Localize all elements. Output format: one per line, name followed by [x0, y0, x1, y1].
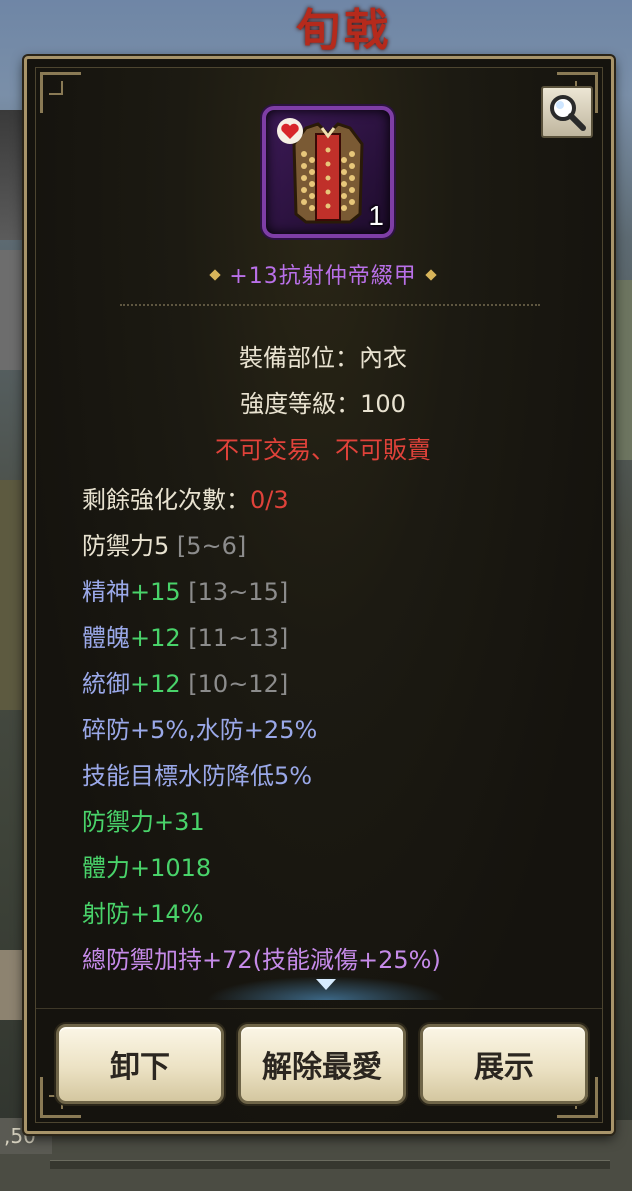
stat-line: 碎防+5%,水防+25% — [82, 710, 317, 745]
stat-line: 體魄+12 [11~13] — [82, 618, 288, 653]
favorite-heart-icon — [277, 118, 303, 144]
stat-label: 體力+1018 — [82, 854, 212, 882]
magnifier-icon — [550, 95, 586, 131]
background-scenery — [0, 480, 26, 710]
stat-line: 總防禦加持+72(技能減傷+25%) — [82, 940, 441, 975]
unequip-button[interactable]: 卸下 — [56, 1024, 224, 1104]
background-scenery — [0, 950, 26, 1020]
stat-label: 射防+14% — [82, 900, 204, 928]
background-title-text: 旬戟 — [296, 5, 392, 56]
stat-value: +12 — [130, 624, 181, 652]
item-detail-panel: 1 +13抗射仲帝綴甲 裝備部位：內衣 強度等級：100 不可交易、不可販賣 剩… — [24, 56, 614, 1134]
stat-range: [11~13] — [188, 624, 289, 652]
stat-label: 防禦力5 — [82, 532, 170, 560]
background-progress-bar — [50, 1160, 610, 1169]
strength-level-text: 強度等級：100 — [240, 390, 406, 418]
button-row-divider — [36, 1008, 602, 1009]
item-name-text: +13抗射仲帝綴甲 — [229, 264, 417, 289]
equip-slot-text: 裝備部位：內衣 — [239, 344, 407, 372]
stat-value: +12 — [130, 670, 181, 698]
item-count: 1 — [368, 200, 384, 231]
diamond-ornament-icon — [209, 269, 221, 281]
stat-label: 統御 — [82, 670, 130, 698]
stat-label: 精神 — [82, 578, 130, 606]
item-icon-slot[interactable]: 1 — [262, 106, 394, 238]
stat-line: 技能目標水防降低5% — [82, 756, 312, 791]
stat-range: [5~6] — [176, 532, 247, 560]
stat-line: 精神+15 [13~15] — [82, 572, 288, 607]
stat-label: 碎防+5%,水防+25% — [82, 716, 318, 744]
show-button[interactable]: 展示 — [420, 1024, 588, 1104]
stat-label: 防禦力+31 — [82, 808, 205, 836]
stat-line: 體力+1018 — [82, 848, 211, 883]
stat-range: [13~15] — [188, 578, 289, 606]
stat-line: 統御+12 [10~12] — [82, 664, 288, 699]
trade-restriction-text: 不可交易、不可販賣 — [215, 436, 431, 464]
stat-line: 剩餘強化次數：0/3 — [82, 480, 289, 515]
stat-label: 總防禦加持+72(技能減傷+25%) — [82, 946, 441, 974]
background-scenery — [0, 110, 26, 240]
background-scenery — [0, 250, 26, 370]
stat-line: 射防+14% — [82, 894, 203, 929]
stat-value: 0/3 — [250, 486, 289, 514]
ornament-corner — [40, 72, 81, 113]
zoom-button[interactable] — [541, 86, 593, 138]
stat-line: 防禦力+31 — [82, 802, 205, 837]
stat-label: 技能目標水防降低5% — [82, 762, 313, 790]
chevron-down-icon[interactable] — [316, 979, 336, 990]
stat-label: 體魄 — [82, 624, 130, 652]
stat-value: +15 — [130, 578, 181, 606]
unfavorite-button[interactable]: 解除最愛 — [238, 1024, 406, 1104]
diamond-ornament-icon — [425, 269, 437, 281]
stat-label: 剩餘強化次數： — [82, 486, 250, 514]
stat-line: 防禦力5 [5~6] — [82, 526, 246, 561]
item-name: +13抗射仲帝綴甲 — [36, 258, 610, 290]
panel-body: 1 +13抗射仲帝綴甲 裝備部位：內衣 強度等級：100 不可交易、不可販賣 剩… — [35, 67, 603, 1123]
stat-range: [10~12] — [188, 670, 289, 698]
name-divider — [120, 304, 540, 306]
